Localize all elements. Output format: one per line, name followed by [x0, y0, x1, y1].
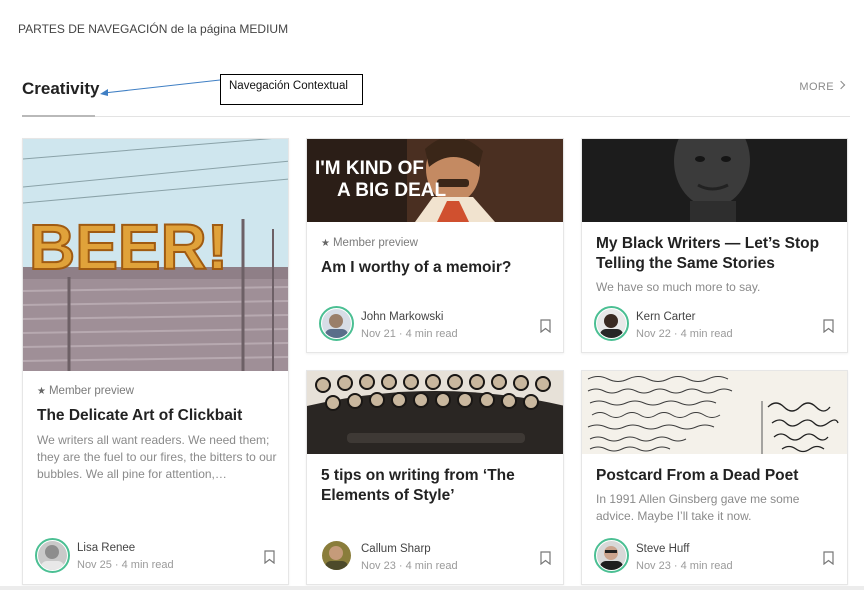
section-title[interactable]: Creativity: [22, 79, 99, 99]
page-bottom-divider: [0, 586, 864, 590]
bookmark-icon[interactable]: [264, 550, 275, 564]
annotation-box: Navegación Contextual: [220, 74, 363, 105]
star-icon: ★: [321, 238, 330, 249]
post-meta: Nov 25 · 4 min read: [77, 559, 174, 571]
author-name[interactable]: Kern Carter: [636, 311, 695, 323]
member-preview-label: ★ Member preview: [321, 237, 418, 249]
avatar-photo: [38, 541, 67, 570]
author-name[interactable]: Callum Sharp: [361, 543, 431, 555]
card-image-beer-sign[interactable]: BEER!: [23, 139, 288, 371]
card-image-anchorman-still[interactable]: I'M KIND OF A BIG DEAL: [307, 139, 563, 222]
post-meta: Nov 22 · 4 min read: [636, 328, 733, 340]
author-name[interactable]: Steve Huff: [636, 543, 690, 555]
story-card[interactable]: 5 tips on writing from ‘The Elements of …: [306, 370, 564, 585]
card-subtitle: We writers all want readers. We need the…: [37, 433, 277, 481]
post-meta: Nov 23 · 4 min read: [636, 560, 733, 572]
card-title[interactable]: 5 tips on writing from ‘The Elements of …: [321, 466, 551, 506]
beer-sign-text: BEER!: [29, 211, 228, 283]
avatar-photo: [597, 309, 626, 338]
bookmark-icon[interactable]: [540, 551, 551, 565]
avatar[interactable]: [319, 538, 354, 573]
avatar-photo: [597, 541, 626, 570]
avatar-photo: [322, 541, 351, 570]
avatar[interactable]: [319, 306, 354, 341]
star-icon: ★: [37, 386, 46, 397]
story-card[interactable]: I'M KIND OF A BIG DEAL ★ Member preview A…: [306, 138, 564, 353]
card-title[interactable]: My Black Writers — Let’s Stop Telling th…: [596, 234, 836, 274]
card-subtitle: In 1991 Allen Ginsberg gave me some advi…: [596, 492, 800, 523]
author-name[interactable]: John Markowski: [361, 311, 443, 323]
card-subtitle: We have so much more to say.: [596, 280, 761, 294]
annotation-label: Navegación Contextual: [229, 80, 348, 92]
card-title[interactable]: Postcard From a Dead Poet: [596, 466, 836, 486]
post-meta: Nov 23 · 4 min read: [361, 560, 458, 572]
author-name[interactable]: Lisa Renee: [77, 542, 135, 554]
card-title[interactable]: Am I worthy of a memoir?: [321, 258, 551, 278]
member-preview-label: ★ Member preview: [37, 385, 134, 397]
bookmark-icon[interactable]: [823, 319, 834, 333]
page-caption: PARTES DE NAVEGACIÓN de la página MEDIUM: [18, 22, 289, 36]
more-label: MORE: [799, 81, 834, 93]
avatar[interactable]: [35, 538, 70, 573]
story-card[interactable]: Postcard From a Dead Poet In 1991 Allen …: [581, 370, 848, 585]
annotation-arrow: [100, 79, 221, 96]
card-title[interactable]: The Delicate Art of Clickbait: [37, 406, 277, 426]
section-divider: [22, 116, 850, 117]
bookmark-icon[interactable]: [823, 551, 834, 565]
story-card[interactable]: BEER! ★ Member preview The Delicate Art o…: [22, 138, 289, 585]
card-image-typewriter-keys[interactable]: [307, 371, 563, 454]
avatar[interactable]: [594, 538, 629, 573]
post-meta: Nov 21 · 4 min read: [361, 328, 458, 340]
bookmark-icon[interactable]: [540, 319, 551, 333]
card-image-handwritten-postcard[interactable]: [582, 371, 847, 454]
section-title-underline: [22, 115, 95, 117]
avatar[interactable]: [594, 306, 629, 341]
story-card[interactable]: My Black Writers — Let’s Stop Telling th…: [581, 138, 848, 353]
avatar-photo: [322, 309, 351, 338]
card-image-portrait-dark[interactable]: [582, 139, 847, 222]
